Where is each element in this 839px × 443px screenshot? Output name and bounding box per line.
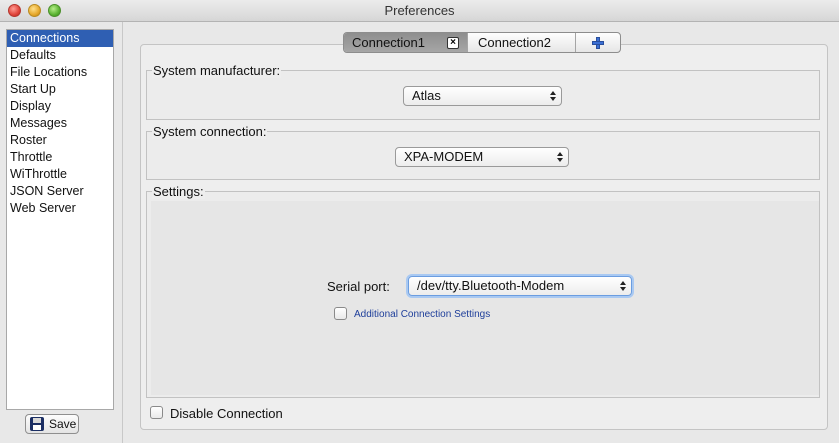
tab-label: Connection2 (478, 35, 551, 50)
disable-connection-checkbox[interactable] (150, 406, 163, 419)
sidebar-item-defaults[interactable]: Defaults (7, 47, 113, 64)
additional-settings-checkbox[interactable] (334, 307, 347, 320)
serial-port-select[interactable]: /dev/tty.Bluetooth-Modem (408, 276, 632, 296)
sidebar-item-web-server[interactable]: Web Server (7, 200, 113, 217)
updown-icon (620, 280, 626, 292)
settings-content (151, 201, 819, 395)
connection-tabs: Connection1 × Connection2 (343, 32, 621, 53)
sidebar-item-display[interactable]: Display (7, 98, 113, 115)
tab-label: Connection1 (352, 35, 425, 50)
save-button-label: Save (49, 417, 77, 431)
sidebar-item-connections[interactable]: Connections (7, 30, 113, 47)
title-bar: Preferences (0, 0, 839, 22)
serial-port-label: Serial port: (327, 279, 390, 294)
tab-connection1[interactable]: Connection1 × (344, 33, 468, 52)
sidebar-item-start-up[interactable]: Start Up (7, 81, 113, 98)
updown-icon (550, 90, 556, 102)
disable-connection-label[interactable]: Disable Connection (170, 406, 283, 421)
system-manufacturer-select[interactable]: Atlas (403, 86, 562, 106)
close-icon[interactable]: × (447, 37, 459, 49)
system-connection-label: System connection: (152, 124, 268, 139)
sidebar-item-roster[interactable]: Roster (7, 132, 113, 149)
system-connection-select[interactable]: XPA-MODEM (395, 147, 569, 167)
window-title: Preferences (384, 3, 455, 18)
preferences-category-list[interactable]: Connections Defaults File Locations Star… (6, 29, 114, 410)
sidebar-item-file-locations[interactable]: File Locations (7, 64, 113, 81)
disk-icon (30, 417, 44, 431)
serial-port-value: /dev/tty.Bluetooth-Modem (417, 278, 565, 293)
sidebar-item-throttle[interactable]: Throttle (7, 149, 113, 166)
updown-icon (557, 151, 563, 163)
settings-label: Settings: (152, 184, 205, 199)
system-manufacturer-label: System manufacturer: (152, 63, 282, 78)
sidebar-item-withrottle[interactable]: WiThrottle (7, 166, 113, 183)
sidebar-divider (122, 22, 123, 443)
save-button[interactable]: Save (25, 414, 79, 434)
sidebar-item-messages[interactable]: Messages (7, 115, 113, 132)
add-connection-tab[interactable] (576, 33, 620, 52)
additional-settings-label[interactable]: Additional Connection Settings (354, 309, 490, 320)
system-manufacturer-value: Atlas (412, 88, 441, 103)
tab-connection2[interactable]: Connection2 (468, 33, 576, 52)
sidebar-item-json-server[interactable]: JSON Server (7, 183, 113, 200)
plus-icon (592, 36, 604, 49)
system-connection-value: XPA-MODEM (404, 149, 484, 164)
